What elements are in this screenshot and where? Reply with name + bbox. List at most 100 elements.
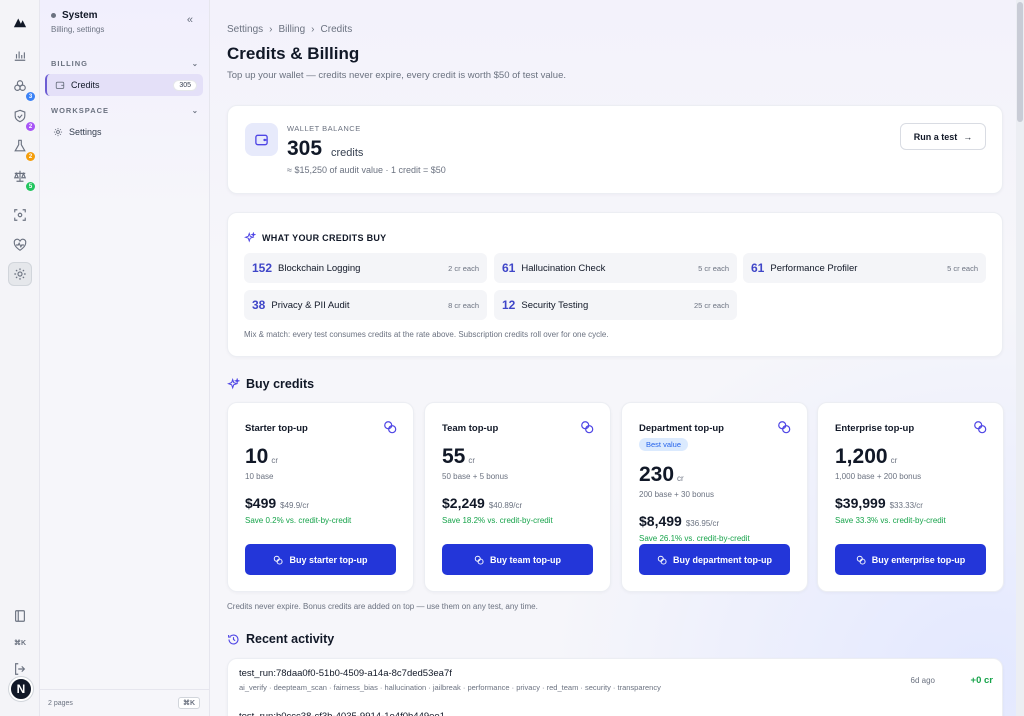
- chevron-right-icon: ›: [311, 24, 315, 35]
- breadcrumb-billing[interactable]: Billing: [278, 24, 305, 35]
- plan-card-starter: Starter top-up 10 cr 10 base $499 $49.9/cr…: [227, 402, 414, 592]
- breadcrumb-credits: Credits: [320, 24, 353, 35]
- scrollbar-thumb[interactable]: [1017, 2, 1023, 122]
- sidebar-title: System: [51, 10, 104, 21]
- coins-icon: [657, 555, 667, 565]
- plan-credits: 230 cr: [639, 463, 684, 486]
- section-workspace[interactable]: WORKSPACE ⌄: [51, 106, 199, 115]
- breadcrumb-settings[interactable]: Settings: [227, 24, 263, 35]
- activity-list: test_run:78daa0f0-51b0-4509-a14a-8c7ded5…: [227, 658, 1003, 716]
- wallet-card: WALLET BALANCE 305 credits ≈ $15,250 of …: [227, 105, 1003, 194]
- activity-tags: ai_verify · deepteam_scan · fairness_bia…: [239, 683, 661, 692]
- notification-badge: 3: [26, 92, 35, 101]
- plans-note: Credits never expire. Bonus credits are …: [227, 602, 538, 611]
- plan-credits: 1,200 cr: [835, 445, 898, 468]
- plan-savings: Save 33.3% vs. credit-by-credit: [835, 516, 946, 525]
- heart-pulse-icon[interactable]: [8, 233, 32, 257]
- status-dot: [51, 13, 56, 18]
- sidebar-item-settings[interactable]: Settings: [45, 121, 203, 143]
- models-icon[interactable]: 3: [8, 74, 35, 101]
- buy-department-button[interactable]: Buy department top-up: [639, 544, 790, 575]
- coins-icon: [580, 420, 594, 439]
- sidebar-subtitle: Billing, settings: [51, 25, 105, 34]
- coins-icon: [973, 420, 987, 439]
- plan-savings: Save 26.1% vs. credit-by-credit: [639, 534, 750, 543]
- section-billing[interactable]: BILLING ⌄: [51, 59, 199, 68]
- activity-row[interactable]: test_run:78daa0f0-51b0-4509-a14a-8c7ded5…: [239, 668, 993, 702]
- plan-price: $39,999 $33.33/cr: [835, 495, 923, 511]
- plan-credits: 55 cr: [442, 445, 476, 468]
- chevron-right-icon: ›: [269, 24, 273, 35]
- chevron-down-icon: ⌄: [191, 59, 199, 68]
- activity-row[interactable]: test_run:b0ccc38-cf3b-4035-9914-1e4f0b44…: [239, 711, 445, 716]
- notification-badge: 5: [26, 182, 35, 191]
- wallet-label: WALLET BALANCE: [287, 124, 361, 133]
- plan-card-enterprise: Enterprise top-up 1,200 cr 1,000 base + 2…: [817, 402, 1004, 592]
- command-shortcut[interactable]: ⌘K: [8, 631, 32, 655]
- plan-base: 10 base: [245, 472, 274, 481]
- plan-base: 50 base + 5 bonus: [442, 472, 509, 481]
- chevron-down-icon: ⌄: [191, 106, 199, 115]
- arrow-right-icon: →: [963, 131, 973, 142]
- sparkles-icon: [244, 232, 256, 243]
- scale-icon[interactable]: 5: [8, 164, 35, 191]
- plan-card-team: Team top-up 55 cr 50 base + 5 bonus $2,24…: [424, 402, 611, 592]
- shield-icon[interactable]: 2: [8, 104, 35, 131]
- credits-buy-footnote: Mix & match: every test consumes credits…: [244, 330, 609, 339]
- sidebar: System Billing, settings « BILLING ⌄ Cre…: [40, 0, 210, 716]
- wallet-icon: [55, 81, 65, 89]
- plan-price: $499 $49.9/cr: [245, 495, 310, 511]
- notification-badge: 2: [26, 122, 35, 131]
- coins-icon: [274, 555, 284, 565]
- sidebar-footer: 2 pages ⌘K: [40, 689, 210, 716]
- wallet-balance: 305: [287, 137, 323, 160]
- plan-name: Enterprise top-up: [835, 423, 915, 434]
- analytics-icon[interactable]: [8, 43, 32, 67]
- buy-starter-button[interactable]: Buy starter top-up: [245, 544, 396, 575]
- page-lead: Top up your wallet — credits never expir…: [227, 70, 566, 81]
- credit-tile: 61 Performance Profiler 5 cr each: [743, 253, 986, 283]
- coins-icon: [383, 420, 397, 439]
- plan-name: Department top-up: [639, 423, 724, 434]
- docs-icon[interactable]: [8, 604, 32, 628]
- coins-icon: [777, 420, 791, 439]
- sidebar-header: System Billing, settings: [51, 10, 104, 34]
- page-count: 2 pages: [48, 699, 73, 707]
- buy-team-button[interactable]: Buy team top-up: [442, 544, 593, 575]
- best-value-badge: Best value: [639, 438, 689, 451]
- credit-tile: 12 Security Testing 25 cr each: [494, 290, 737, 320]
- credits-buy-card: WHAT YOUR CREDITS BUY 152 Blockchain Log…: [227, 212, 1003, 357]
- plan-name: Starter top-up: [245, 423, 308, 434]
- wallet-unit: credits: [331, 147, 364, 159]
- wallet-icon: [245, 123, 278, 156]
- credit-tile: 152 Blockchain Logging 2 cr each: [244, 253, 487, 283]
- history-icon: [228, 633, 239, 645]
- notification-badge: 2: [26, 152, 35, 161]
- run-test-button[interactable]: Run a test →: [900, 123, 986, 150]
- plan-card-department: Department top-up Best value 230 cr 200 b…: [621, 402, 808, 592]
- gear-icon[interactable]: [8, 262, 32, 286]
- activity-id: test_run:78daa0f0-51b0-4509-a14a-8c7ded5…: [239, 668, 452, 679]
- collapse-sidebar-icon[interactable]: «: [187, 14, 193, 26]
- plan-savings: Save 0.2% vs. credit-by-credit: [245, 516, 352, 525]
- recent-activity-heading: Recent activity: [227, 632, 334, 646]
- avatar[interactable]: N: [9, 677, 33, 701]
- breadcrumb: Settings › Billing › Credits: [227, 24, 352, 35]
- buy-enterprise-button[interactable]: Buy enterprise top-up: [835, 544, 986, 575]
- main-content: Settings › Billing › Credits Credits & B…: [210, 0, 1024, 716]
- credits-buy-title: WHAT YOUR CREDITS BUY: [244, 232, 386, 244]
- sparkles-icon: [227, 377, 240, 389]
- app-logo-icon[interactable]: [8, 10, 32, 34]
- plan-base: 1,000 base + 200 bonus: [835, 472, 922, 481]
- activity-credit-delta: +0 cr: [970, 675, 993, 686]
- flask-icon[interactable]: 2: [8, 134, 35, 161]
- scan-icon[interactable]: [8, 203, 32, 227]
- activity-time: 6d ago: [910, 676, 935, 685]
- scrollbar[interactable]: [1016, 0, 1024, 716]
- plan-price: $2,249 $40.89/cr: [442, 495, 523, 511]
- page-title: Credits & Billing: [227, 44, 360, 63]
- sidebar-item-credits[interactable]: Credits 305: [45, 74, 203, 96]
- buy-credits-heading: Buy credits: [227, 377, 314, 391]
- plan-name: Team top-up: [442, 423, 499, 434]
- command-palette-shortcut[interactable]: ⌘K: [177, 697, 200, 709]
